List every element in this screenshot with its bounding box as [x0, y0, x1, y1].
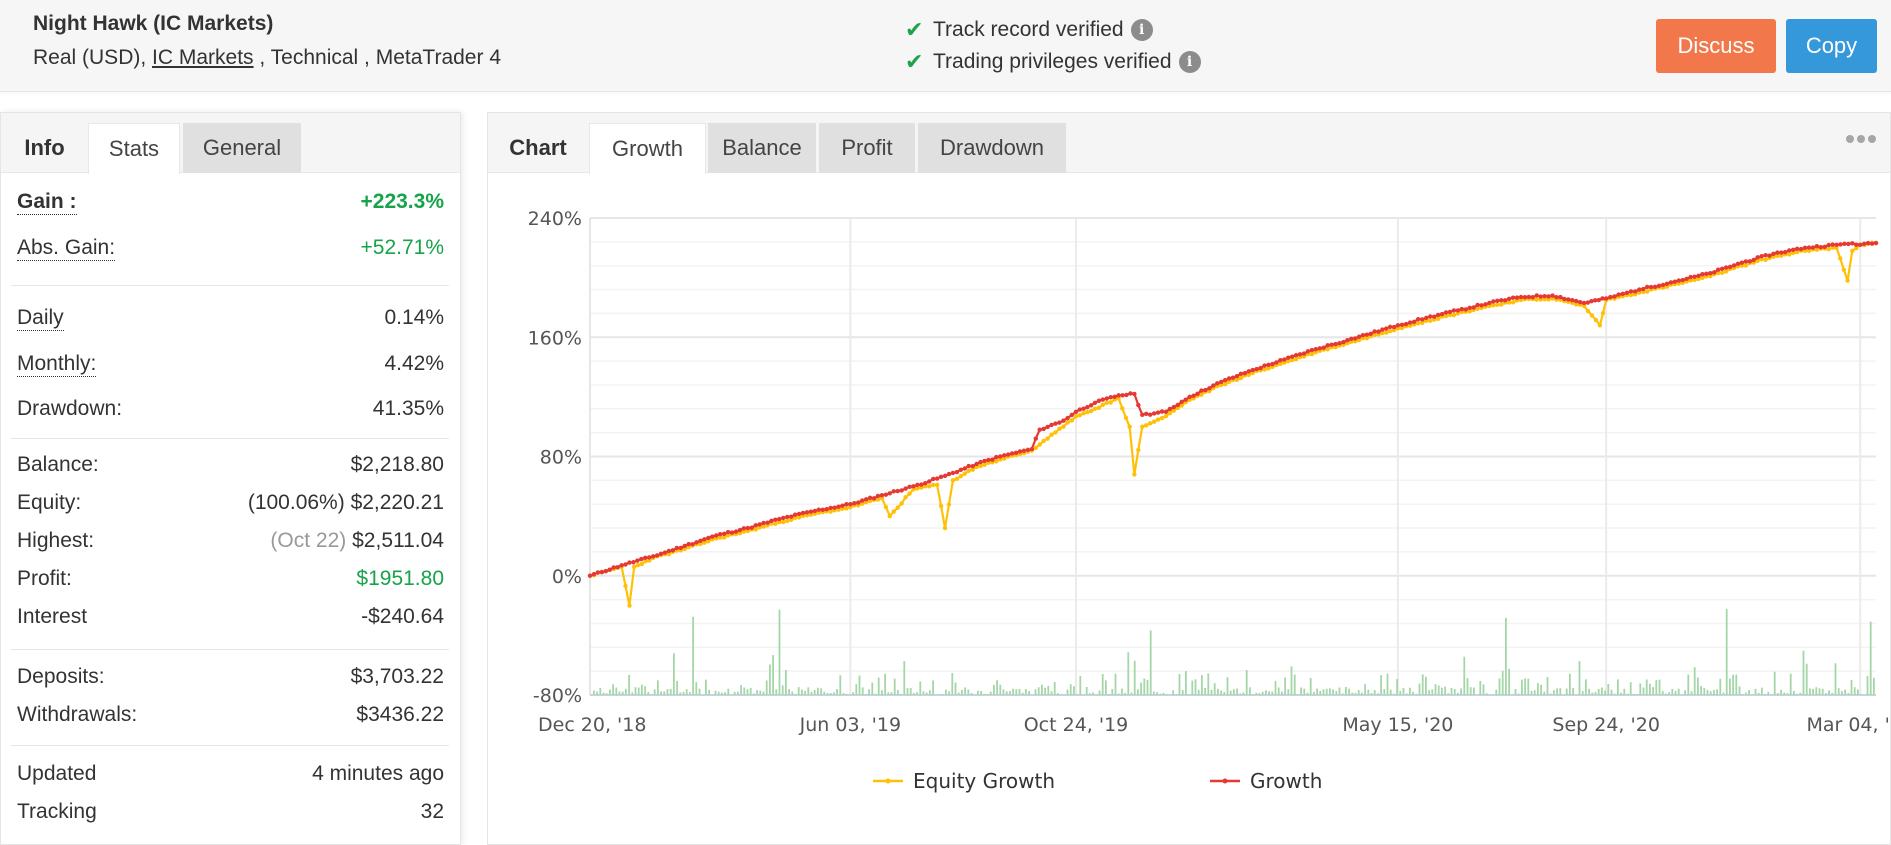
- stat-equity: Equity: (100.06%) $2,220.21: [17, 486, 444, 520]
- stat-label: Updated: [17, 762, 97, 785]
- stat-label: Balance:: [17, 453, 99, 476]
- stat-abs-gain: Abs. Gain: +52.71%: [17, 231, 444, 265]
- stat-drawdown: Drawdown: 41.35%: [17, 392, 444, 426]
- divider: [11, 285, 449, 286]
- stat-value: 41.35%: [372, 397, 444, 420]
- stat-updated: Updated 4 minutes ago: [17, 757, 444, 791]
- tab-balance[interactable]: Balance: [708, 123, 816, 173]
- equity-amount: $2,220.21: [350, 491, 444, 514]
- broker-link[interactable]: IC Markets: [152, 46, 254, 69]
- account-title: Night Hawk (IC Markets): [33, 12, 274, 35]
- stat-gain: Gain : +223.3%: [17, 185, 444, 219]
- verified-trading-privileges: ✔ Trading privileges verified i: [905, 46, 1201, 78]
- highest-amount: $2,511.04: [352, 529, 444, 552]
- stat-withdrawals: Withdrawals: $3436.22: [17, 698, 444, 732]
- stat-label[interactable]: Gain :: [17, 190, 77, 215]
- tab-drawdown[interactable]: Drawdown: [918, 123, 1066, 173]
- tab-profit[interactable]: Profit: [819, 123, 915, 173]
- account-details: , Technical , MetaTrader 4: [253, 46, 501, 69]
- info-icon[interactable]: i: [1178, 51, 1201, 73]
- stat-value: +52.71%: [360, 236, 445, 259]
- divider: [11, 745, 449, 746]
- stat-value: 4.42%: [384, 352, 444, 375]
- stat-value: (Oct 22) $2,511.04: [270, 529, 444, 553]
- stat-value: $3436.22: [356, 703, 444, 726]
- tab-general[interactable]: General: [183, 123, 301, 173]
- more-horizontal-icon[interactable]: [1846, 135, 1876, 143]
- stat-label[interactable]: Daily: [17, 306, 64, 331]
- tab-chart: Chart: [509, 135, 567, 160]
- stat-interest: Interest -$240.64: [17, 600, 444, 634]
- stat-profit: Profit: $1951.80: [17, 562, 444, 596]
- account-subtitle: Real (USD), IC Markets , Technical , Met…: [33, 46, 501, 70]
- discuss-button[interactable]: Discuss: [1656, 19, 1776, 73]
- stat-label: Tracking: [17, 800, 97, 823]
- highest-date: (Oct 22): [270, 529, 347, 552]
- stat-label[interactable]: Abs. Gain:: [17, 236, 116, 261]
- check-icon: ✔: [905, 17, 924, 42]
- chart-tabbar: Chart Growth Balance Profit Drawdown: [488, 113, 1890, 174]
- stat-label: Profit:: [17, 567, 72, 590]
- stat-monthly: Monthly: 4.42%: [17, 347, 444, 381]
- stat-balance: Balance: $2,218.80: [17, 448, 444, 482]
- info-icon[interactable]: i: [1130, 19, 1153, 41]
- stat-tracking: Tracking 32: [17, 795, 444, 829]
- stat-label[interactable]: Monthly:: [17, 352, 97, 377]
- stat-value: $1951.80: [356, 567, 444, 590]
- stat-highest: Highest: (Oct 22) $2,511.04: [17, 524, 444, 558]
- chart-panel: Chart Growth Balance Profit Drawdown: [487, 112, 1891, 845]
- stat-label: Equity:: [17, 491, 82, 514]
- verification-list: ✔ Track record verified i ✔ Trading priv…: [905, 14, 1201, 78]
- tab-stats[interactable]: Stats: [88, 123, 180, 174]
- stat-value: (100.06%) $2,220.21: [248, 491, 444, 515]
- check-icon: ✔: [905, 49, 924, 74]
- divider: [11, 649, 449, 650]
- verified-track-record: ✔ Track record verified i: [905, 14, 1201, 46]
- account-type: Real (USD),: [33, 46, 153, 69]
- stat-label: Interest: [17, 605, 88, 628]
- stat-deposits: Deposits: $3,703.22: [17, 660, 444, 694]
- copy-button[interactable]: Copy: [1786, 19, 1877, 73]
- stat-label: Drawdown:: [17, 397, 123, 420]
- account-header: Night Hawk (IC Markets) Real (USD), IC M…: [0, 0, 1891, 92]
- stat-label: Withdrawals:: [17, 703, 138, 726]
- stat-value: 32: [420, 800, 444, 823]
- stat-value: +223.3%: [360, 190, 445, 213]
- tab-info[interactable]: Info: [1, 123, 88, 173]
- stat-value: 4 minutes ago: [312, 762, 444, 785]
- verified-label: Trading privileges verified: [933, 50, 1172, 73]
- stat-value: 0.14%: [384, 306, 444, 329]
- stat-value: $3,703.22: [350, 665, 444, 688]
- stat-value: -$240.64: [361, 605, 444, 628]
- stat-label: Deposits:: [17, 665, 105, 688]
- stat-daily: Daily 0.14%: [17, 301, 444, 335]
- tab-growth[interactable]: Growth: [589, 123, 706, 174]
- stat-value: $2,218.80: [350, 453, 444, 476]
- divider: [11, 438, 449, 439]
- equity-percent: (100.06%): [247, 491, 345, 514]
- stat-label: Highest:: [17, 529, 95, 552]
- stats-tabbar: Info Stats General: [1, 113, 460, 174]
- stats-panel: Info Stats General Gain : +223.3% Abs. G…: [0, 112, 461, 845]
- verified-label: Track record verified: [933, 18, 1124, 41]
